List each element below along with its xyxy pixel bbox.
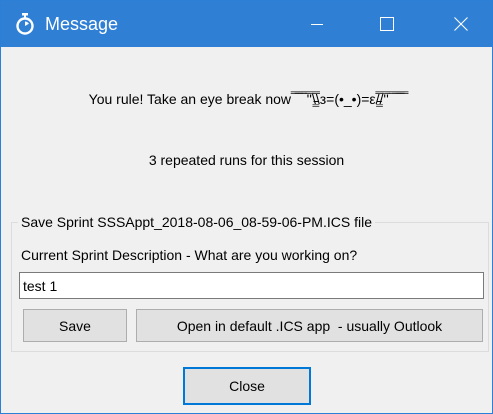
title-bar[interactable]: Message [1,1,492,47]
stopwatch-icon [16,13,34,35]
close-window-button[interactable] [438,1,484,47]
maximize-icon [380,17,394,31]
sprint-description-input[interactable] [19,272,484,299]
close-button-label: Close [186,370,308,402]
message-window: Message You rule! Take an eye break now … [0,0,493,414]
close-icon [454,17,468,31]
sprint-description-label: Current Sprint Description - What are yo… [21,247,358,263]
close-button[interactable]: Close [183,367,311,405]
save-button[interactable]: Save [23,309,127,342]
minimize-icon [311,24,323,25]
save-sprint-legend: Save Sprint SSSAppt_2018-08-06_08-59-06-… [18,213,375,231]
window-title: Message [45,14,119,34]
eye-break-message: You rule! Take an eye break now ̿̿ ̿̿ ̿̿… [88,91,405,107]
repeated-runs-text: 3 repeated runs for this session [148,152,345,168]
maximize-button[interactable] [364,1,410,47]
minimize-button[interactable] [294,1,340,47]
open-ics-button[interactable]: Open in default .ICS app - usually Outlo… [136,309,483,342]
